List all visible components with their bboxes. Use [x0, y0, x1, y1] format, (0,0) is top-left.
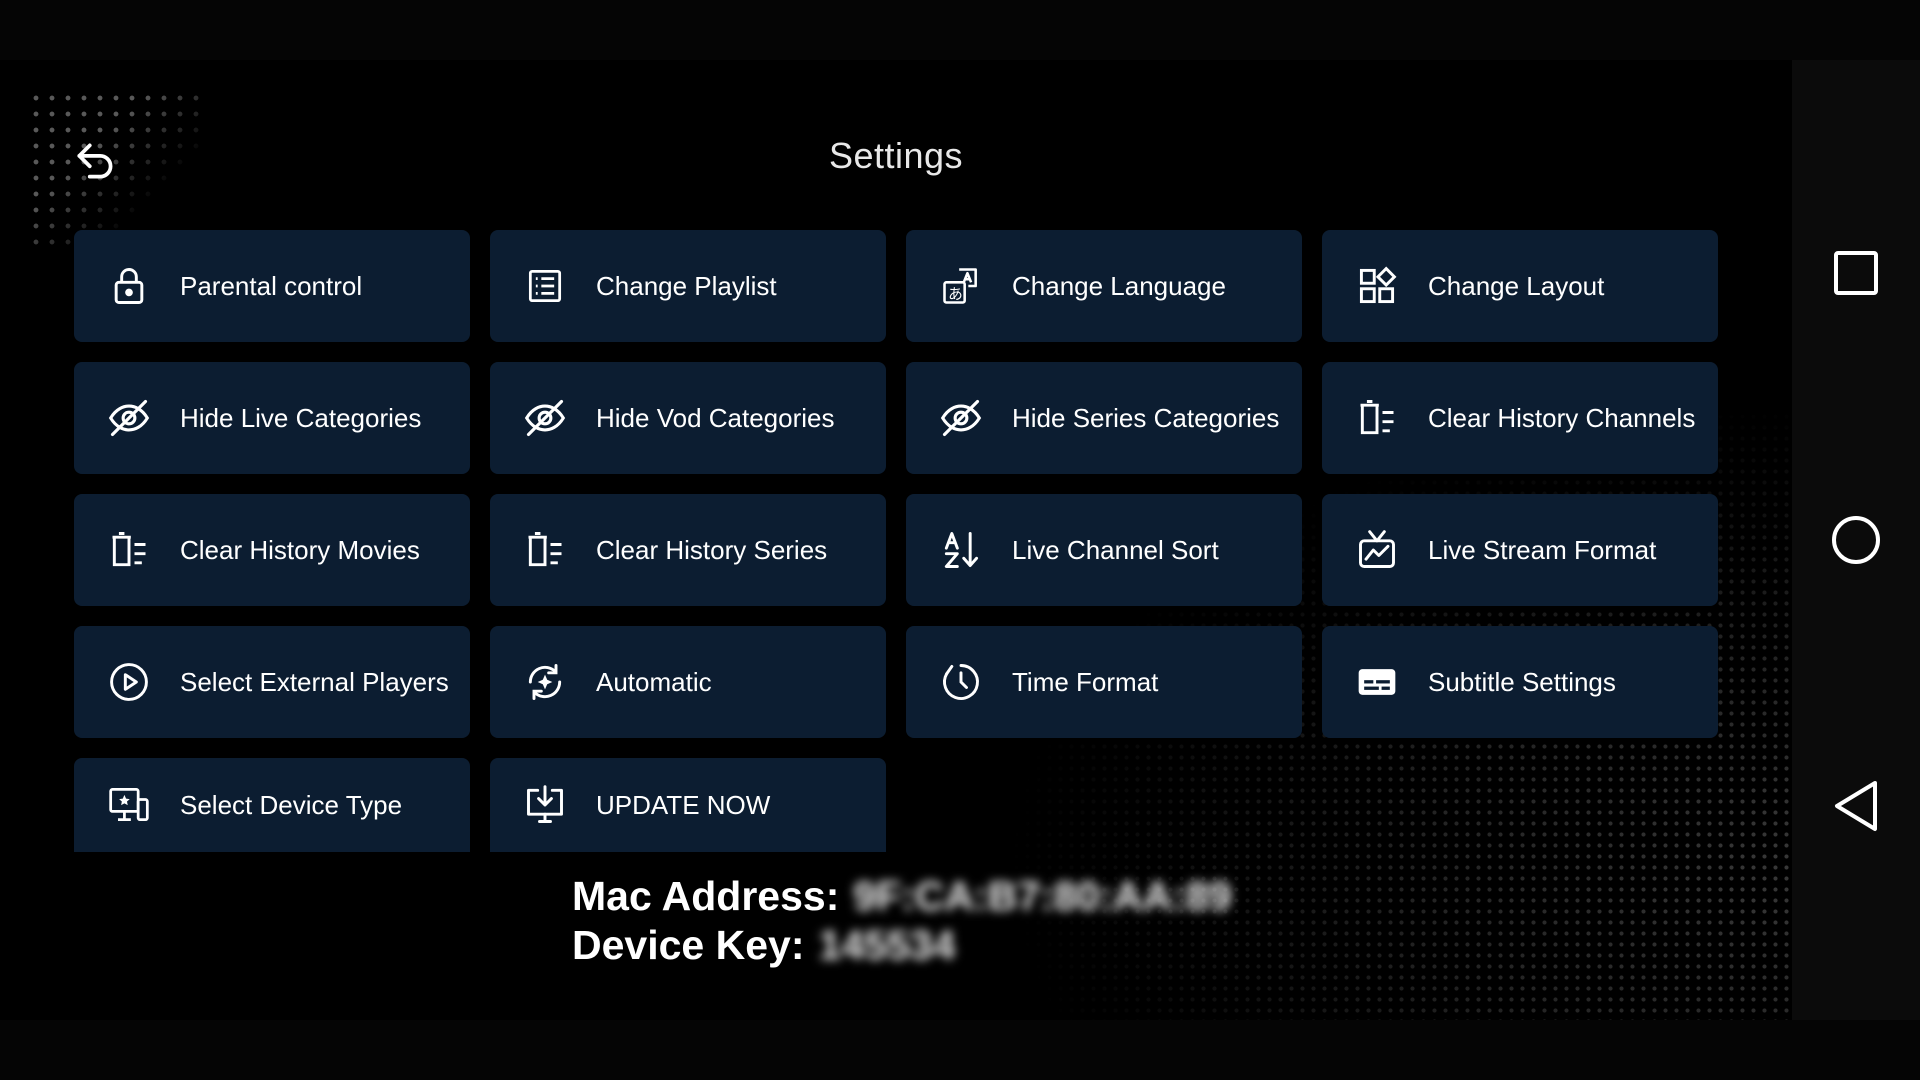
tile-change-layout[interactable]: Change Layout — [1322, 230, 1718, 342]
download-icon — [522, 782, 568, 828]
play-circle-icon — [106, 659, 152, 705]
circle-icon — [1832, 516, 1880, 564]
svg-text:あ: あ — [948, 286, 963, 303]
recents-button[interactable] — [1828, 245, 1884, 301]
tile-change-playlist[interactable]: Change Playlist — [490, 230, 886, 342]
tile-label: Parental control — [180, 270, 363, 301]
subtitles-icon — [1354, 659, 1400, 705]
tile-label: Time Format — [1012, 666, 1159, 697]
tile-label: Change Layout — [1428, 270, 1605, 301]
settings-screen: Settings Parental control Change Playlis… — [0, 60, 1792, 1020]
tile-clear-history-series[interactable]: Clear History Series — [490, 494, 886, 606]
tile-live-stream-format[interactable]: Live Stream Format — [1322, 494, 1718, 606]
tile-label: Select External Players — [180, 666, 449, 697]
tile-hide-live-categories[interactable]: Hide Live Categories — [74, 362, 470, 474]
tile-label: Automatic — [596, 666, 712, 697]
tile-parental-control[interactable]: Parental control — [74, 230, 470, 342]
status-bar — [0, 0, 1920, 60]
sort-az-icon — [938, 527, 984, 573]
clear-history-icon — [106, 527, 152, 573]
clock-icon — [938, 659, 984, 705]
tile-label: Select Device Type — [180, 789, 403, 820]
tile-select-device-type[interactable]: Select Device Type — [74, 758, 470, 852]
tv-stream-icon — [1354, 527, 1400, 573]
eye-off-icon — [522, 395, 568, 441]
tile-label: Subtitle Settings — [1428, 666, 1616, 697]
tile-select-external-players[interactable]: Select External Players — [74, 626, 470, 738]
device-key-row: Device Key: 145534 — [572, 921, 1232, 970]
tile-update-now[interactable]: UPDATE NOW — [490, 758, 886, 852]
eye-off-icon — [938, 395, 984, 441]
tile-change-language[interactable]: あ Change Language — [906, 230, 1302, 342]
tile-label: UPDATE NOW — [596, 789, 771, 820]
tile-hide-vod-categories[interactable]: Hide Vod Categories — [490, 362, 886, 474]
tile-subtitle-settings[interactable]: Subtitle Settings — [1322, 626, 1718, 738]
page-title: Settings — [828, 135, 964, 176]
clear-history-icon — [522, 527, 568, 573]
tile-clear-history-channels[interactable]: Clear History Channels — [1322, 362, 1718, 474]
tile-clear-history-movies[interactable]: Clear History Movies — [74, 494, 470, 606]
mac-address-value: 9F:CA:B7:80:AA:89 — [853, 873, 1232, 919]
playlist-icon — [522, 263, 568, 309]
mac-address-label: Mac Address: — [572, 873, 840, 919]
tile-label: Hide Vod Categories — [596, 402, 835, 433]
clear-history-icon — [1354, 395, 1400, 441]
device-key-label: Device Key: — [572, 922, 805, 968]
nav-back-button[interactable] — [1828, 778, 1884, 834]
tile-label: Clear History Channels — [1428, 402, 1696, 433]
tile-label: Clear History Series — [596, 534, 828, 565]
tile-label: Clear History Movies — [180, 534, 420, 565]
device-info: Mac Address: 9F:CA:B7:80:AA:89 Device Ke… — [572, 872, 1232, 970]
auto-refresh-icon — [522, 659, 568, 705]
home-button[interactable] — [1828, 512, 1884, 568]
mac-address-row: Mac Address: 9F:CA:B7:80:AA:89 — [572, 872, 1232, 921]
tile-label: Change Playlist — [596, 270, 777, 301]
tile-automatic[interactable]: Automatic — [490, 626, 886, 738]
tile-label: Live Stream Format — [1428, 534, 1657, 565]
tile-label: Hide Live Categories — [180, 402, 422, 433]
device-icon — [106, 782, 152, 828]
tile-label: Live Channel Sort — [1012, 534, 1219, 565]
layout-icon — [1354, 263, 1400, 309]
tile-label: Hide Series Categories — [1012, 402, 1280, 433]
eye-off-icon — [106, 395, 152, 441]
triangle-back-icon — [1835, 781, 1877, 831]
tile-time-format[interactable]: Time Format — [906, 626, 1302, 738]
tile-label: Change Language — [1012, 270, 1226, 301]
bottom-bar — [0, 1020, 1920, 1080]
square-icon — [1834, 251, 1878, 295]
tile-live-channel-sort[interactable]: Live Channel Sort — [906, 494, 1302, 606]
tile-hide-series-categories[interactable]: Hide Series Categories — [906, 362, 1302, 474]
device-key-value: 145534 — [818, 922, 956, 968]
lock-icon — [106, 263, 152, 309]
translate-icon: あ — [938, 263, 984, 309]
